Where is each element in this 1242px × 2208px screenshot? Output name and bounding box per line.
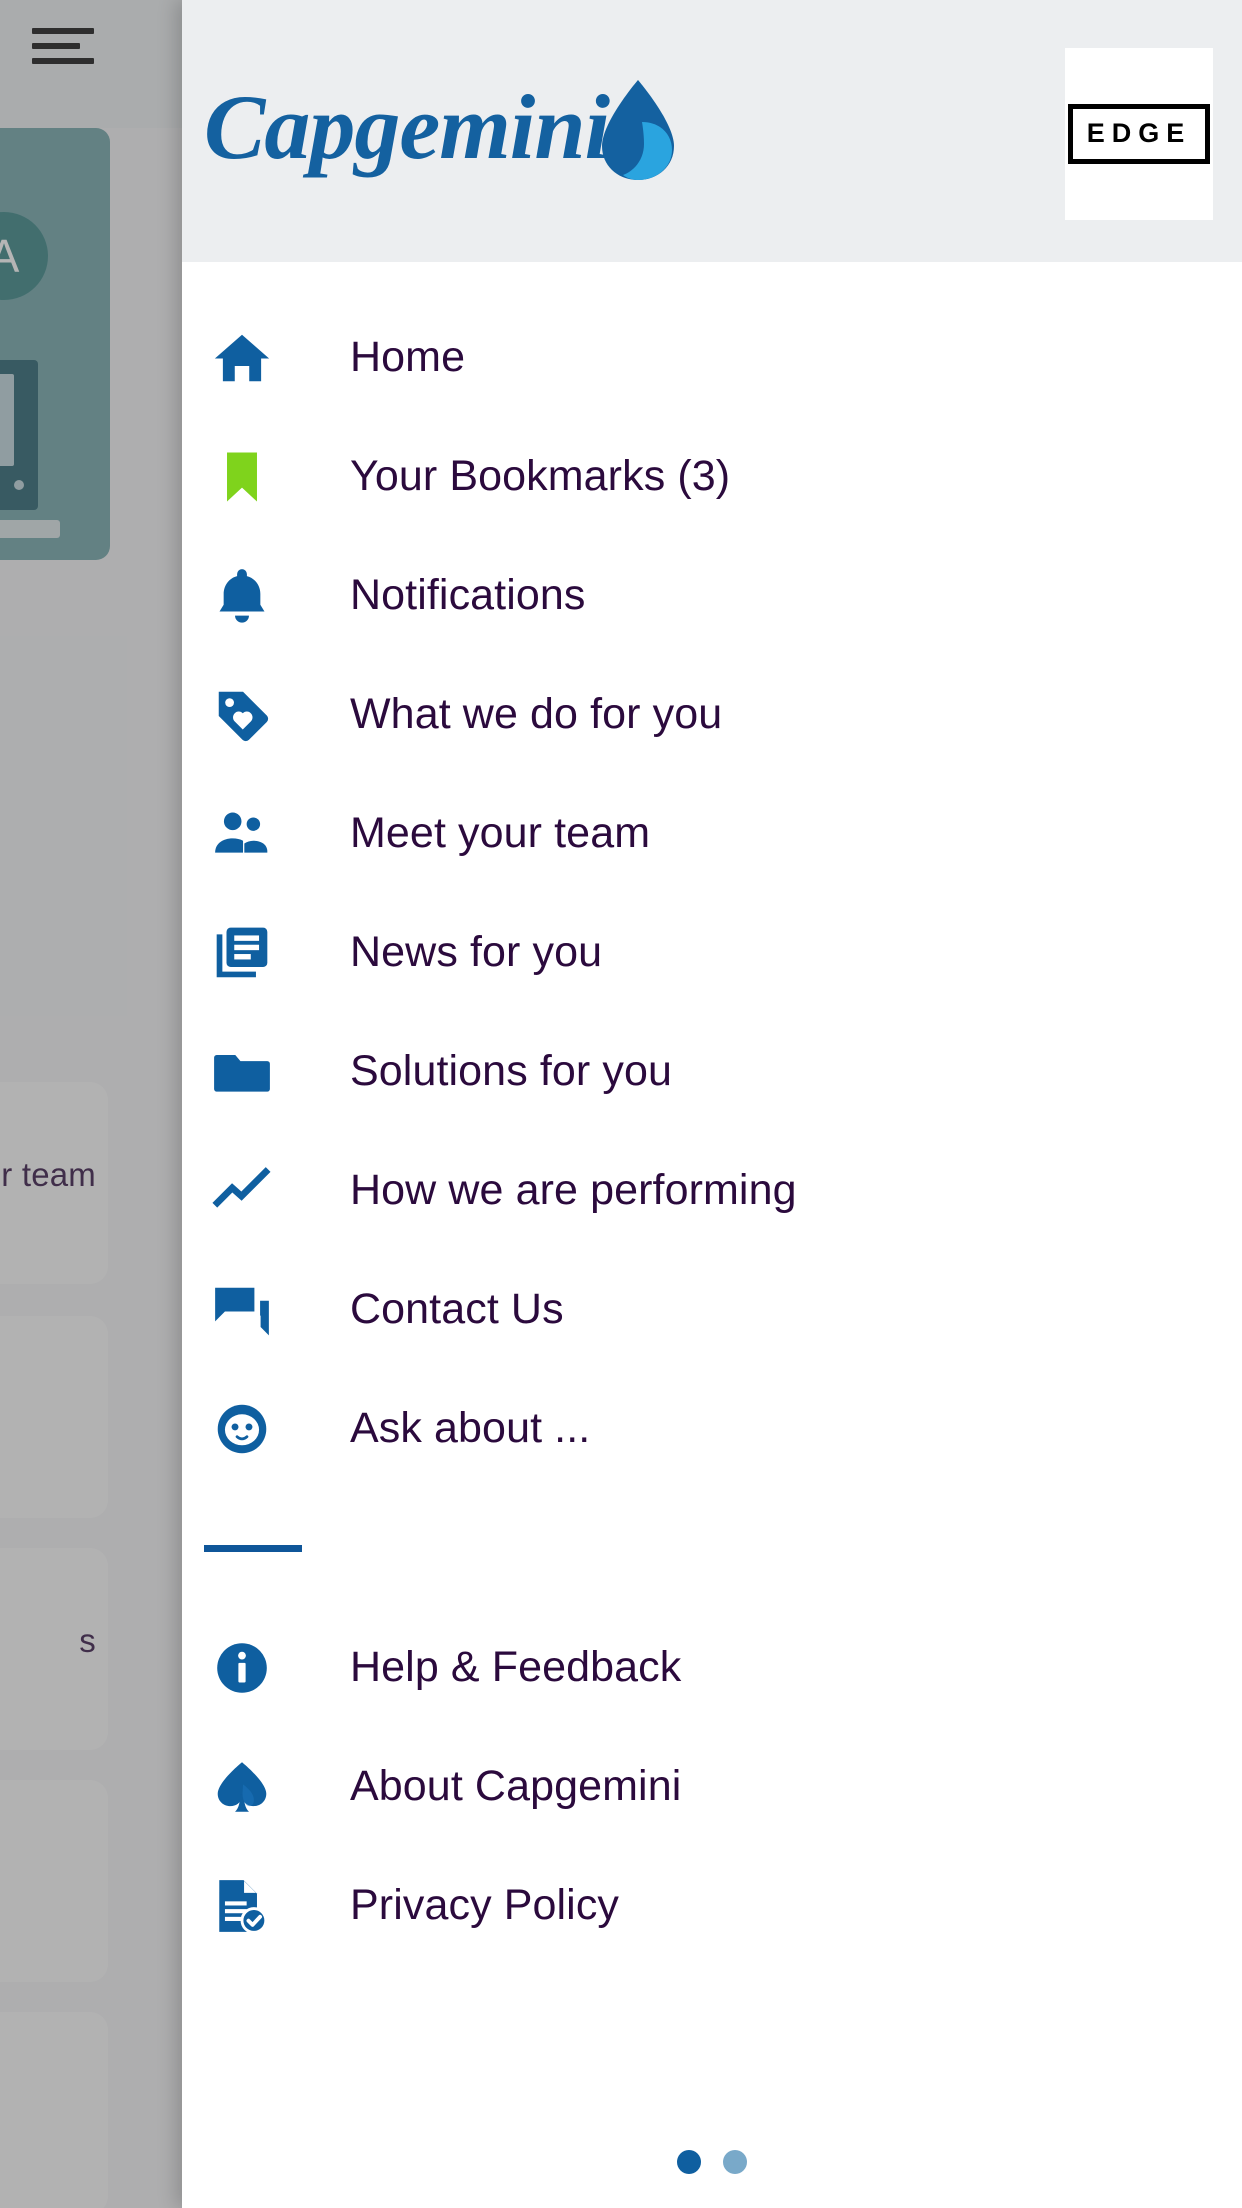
nav-item-label: News for you — [350, 928, 603, 976]
folder-icon — [204, 1034, 280, 1110]
edge-badge-frame: EDGE — [1067, 104, 1211, 164]
nav-item-what-we-do-for-you[interactable]: What we do for you — [182, 655, 1242, 774]
nav-item-contact-us[interactable]: Contact Us — [182, 1250, 1242, 1369]
bookmark-icon — [204, 439, 280, 515]
nav-item-label: Ask about ... — [350, 1404, 591, 1452]
home-icon — [204, 320, 280, 396]
nav-item-home[interactable]: Home — [182, 298, 1242, 417]
nav-item-label: Solutions for you — [350, 1047, 672, 1095]
drawer-nav-list: Home Your Bookmarks (3) Notifications Wh… — [182, 262, 1242, 1965]
trend-line-icon — [204, 1153, 280, 1229]
people-icon — [204, 796, 280, 872]
capgemini-logo: Capgemini — [204, 74, 684, 190]
nav-item-label: About Capgemini — [350, 1762, 682, 1810]
navigation-drawer: Capgemini EDGE Home Your Bookmarks (3) N… — [182, 0, 1242, 2208]
scrim-overlay[interactable] — [0, 0, 182, 2208]
nav-item-meet-your-team[interactable]: Meet your team — [182, 774, 1242, 893]
nav-item-label: Contact Us — [350, 1285, 564, 1333]
nav-item-how-we-are-performing[interactable]: How we are performing — [182, 1131, 1242, 1250]
nav-item-ask-about[interactable]: Ask about ... — [182, 1369, 1242, 1488]
nav-item-label: What we do for you — [350, 690, 723, 738]
nav-item-about-capgemini[interactable]: About Capgemini — [182, 1727, 1242, 1846]
nav-item-label: Meet your team — [350, 809, 651, 857]
nav-item-solutions-for-you[interactable]: Solutions for you — [182, 1012, 1242, 1131]
nav-divider — [204, 1544, 302, 1552]
document-check-icon — [204, 1868, 280, 1944]
chat-bubbles-icon — [204, 1272, 280, 1348]
nav-divider-wrapper — [182, 1488, 1242, 1608]
pagination-dots — [182, 2150, 1242, 2174]
nav-item-notifications[interactable]: Notifications — [182, 536, 1242, 655]
nav-item-label: How we are performing — [350, 1166, 797, 1214]
edge-badge: EDGE — [1065, 48, 1213, 220]
edge-badge-label: EDGE — [1086, 118, 1192, 148]
pagination-dot-1[interactable] — [677, 2150, 701, 2174]
tag-heart-icon — [204, 677, 280, 753]
nav-item-label: Notifications — [350, 571, 586, 619]
svg-text:Capgemini: Capgemini — [204, 76, 610, 178]
nav-item-your-bookmarks[interactable]: Your Bookmarks (3) — [182, 417, 1242, 536]
pagination-dot-2[interactable] — [723, 2150, 747, 2174]
nav-item-label: Privacy Policy — [350, 1881, 620, 1929]
news-article-icon — [204, 915, 280, 991]
info-circle-icon — [204, 1630, 280, 1706]
drawer-header: Capgemini EDGE — [182, 0, 1242, 262]
nav-item-label: Help & Feedback — [350, 1643, 682, 1691]
spade-icon — [204, 1749, 280, 1825]
bell-icon — [204, 558, 280, 634]
nav-item-news-for-you[interactable]: News for you — [182, 893, 1242, 1012]
nav-item-label: Home — [350, 333, 466, 381]
nav-item-privacy-policy[interactable]: Privacy Policy — [182, 1846, 1242, 1965]
chatbot-face-icon — [204, 1391, 280, 1467]
nav-item-help-and-feedback[interactable]: Help & Feedback — [182, 1608, 1242, 1727]
nav-item-label: Your Bookmarks (3) — [350, 452, 731, 500]
